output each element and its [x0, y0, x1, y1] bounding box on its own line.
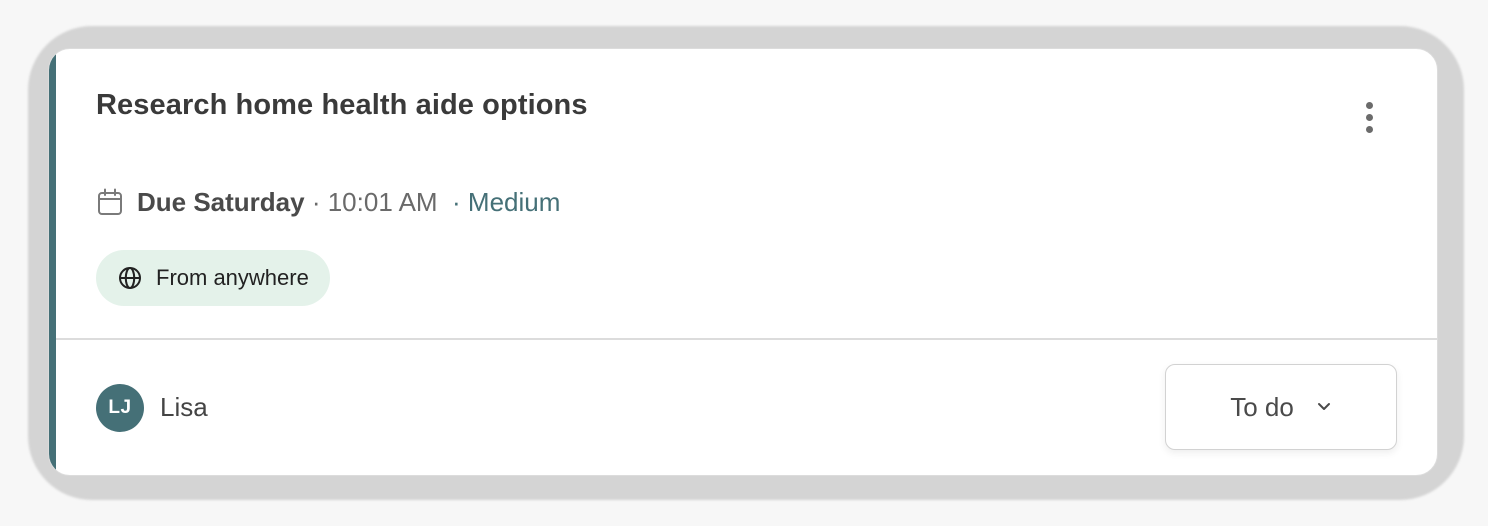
task-title: Research home health aide options	[96, 89, 588, 121]
task-meta: Due Saturday · 10:01 AM · Medium	[97, 186, 560, 218]
meta-separator: ·	[304, 186, 328, 217]
location-chip-label: From anywhere	[156, 265, 309, 290]
due-date: Due Saturday	[137, 186, 305, 217]
avatar[interactable]: LJ	[96, 384, 144, 432]
more-vertical-icon	[1365, 101, 1373, 109]
more-options-button[interactable]	[1349, 93, 1389, 141]
priority-label: Medium	[467, 186, 561, 217]
priority-separator: ·	[437, 186, 468, 217]
chevron-down-icon	[1317, 403, 1330, 410]
assignee-name: Lisa	[160, 392, 208, 422]
globe-icon	[119, 267, 141, 289]
location-chip[interactable]: From anywhere	[96, 250, 330, 306]
status-dropdown[interactable]: To do	[1165, 364, 1397, 450]
task-card[interactable]: Research home health aide options Due Sa…	[48, 48, 1438, 476]
status-value: To do	[1230, 391, 1294, 422]
due-time: 10:01 AM	[327, 186, 438, 217]
card-accent-bar	[49, 49, 56, 475]
card-divider	[56, 338, 1437, 340]
calendar-icon	[98, 188, 122, 215]
